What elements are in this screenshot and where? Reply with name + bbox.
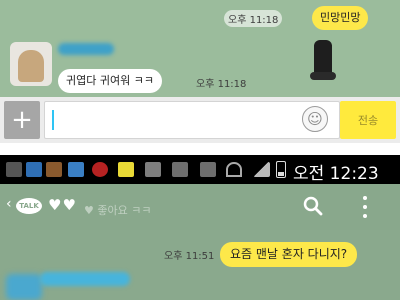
blurred-friend-avatar	[6, 274, 42, 300]
nfc-icon	[200, 162, 216, 177]
blurred-friend-name	[58, 43, 114, 55]
message-timestamp: 오후 11:18	[224, 10, 283, 27]
chat-area-bottom: ‹ TALK ♥♥ ♥ 좋아요 ㅋㅋ 오후 11:51 요즘 맨날 혼자 다니지…	[0, 184, 400, 300]
signal-icon	[252, 162, 270, 177]
message-input-bar: + ☺ 전송	[0, 97, 400, 143]
blurred-friend-name	[40, 272, 130, 286]
message-input[interactable]	[44, 101, 340, 139]
vibrate-icon	[172, 162, 188, 177]
wifi-icon	[226, 162, 242, 177]
plus-icon: +	[11, 105, 33, 135]
battery-icon	[276, 161, 286, 178]
emoji-icon[interactable]: ☺	[302, 106, 328, 132]
my-message-bubble: 민망민망	[312, 6, 369, 31]
message-timestamp: 오후 11:18	[196, 79, 247, 90]
header-ghost-text: ♥ 좋아요 ㅋㅋ	[84, 204, 152, 217]
my-message-bubble: 요즘 맨날 혼자 다니지?	[220, 242, 358, 268]
image-notification-icon	[145, 162, 161, 177]
attach-button[interactable]: +	[4, 101, 40, 139]
friend-message-bubble: 귀엽다 귀여워 ㅋㅋ	[58, 69, 162, 94]
app-notification-icon	[46, 162, 62, 177]
talk-icon: TALK	[16, 198, 42, 214]
search-icon[interactable]	[303, 196, 323, 216]
app-notification-icon	[68, 162, 84, 177]
more-icon[interactable]	[362, 196, 368, 218]
friend-avatar[interactable]	[10, 42, 52, 86]
message-timestamp: 오후 11:51	[164, 251, 215, 262]
status-time: 오전 12:23	[293, 164, 379, 184]
chat-area-top: 오후 11:18 민망민망 귀엽다 귀여워 ㅋㅋ 오후 11:18	[0, 0, 400, 97]
notification-icon	[6, 162, 22, 177]
back-arrow-icon[interactable]: ‹	[6, 196, 12, 212]
app-notification-icon	[92, 162, 108, 177]
status-bar: 오전 12:23	[0, 155, 400, 184]
kakaotalk-notification-icon	[118, 162, 134, 177]
screenshot-divider	[0, 143, 400, 155]
heart-icon: ♥♥	[48, 196, 77, 214]
chat-header: ‹ TALK ♥♥ ♥ 좋아요 ㅋㅋ	[0, 184, 400, 230]
app-notification-icon	[26, 162, 42, 177]
text-caret	[52, 110, 54, 130]
send-button[interactable]: 전송	[340, 101, 396, 139]
